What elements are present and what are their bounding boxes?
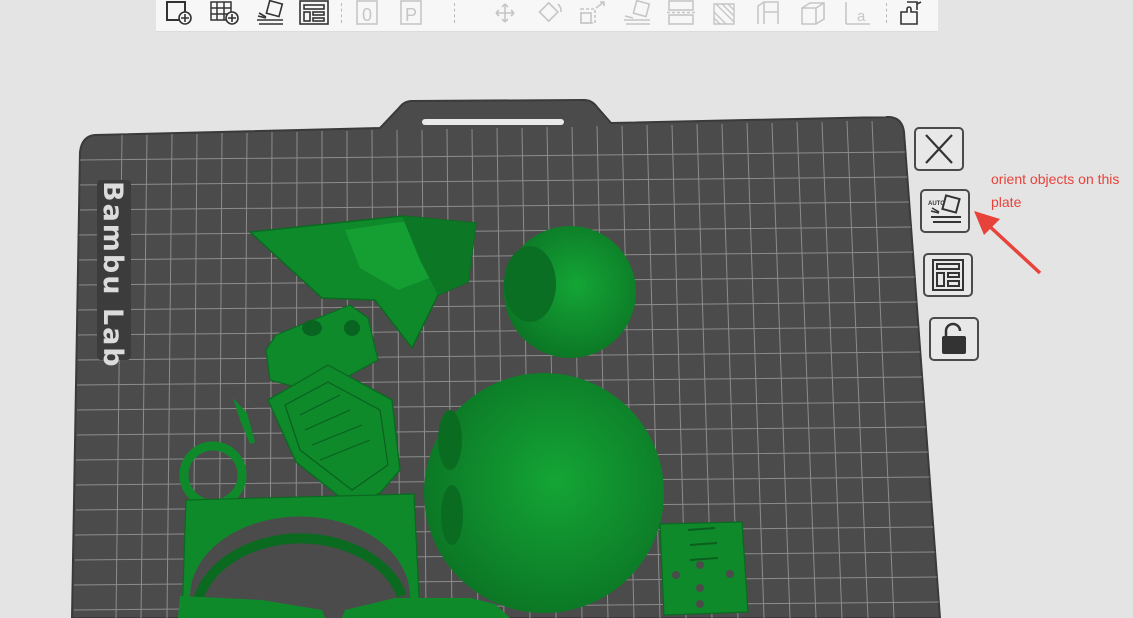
- brand-logo: Bambu Lab: [97, 181, 128, 369]
- lock-plate-icon: [942, 322, 966, 354]
- auto-orient-plate-icon: AUTO: [928, 194, 961, 223]
- close-plate-button[interactable]: [914, 127, 964, 171]
- 3d-viewport[interactable]: Bambu Lab: [0, 0, 1133, 618]
- annotation-arrow-icon: [974, 211, 1042, 275]
- annotation-text: orient objects on this plate: [991, 171, 1120, 210]
- close-plate-icon: [925, 134, 953, 164]
- lock-plate-button[interactable]: [929, 317, 979, 361]
- model-hinge-plate[interactable]: [659, 521, 749, 616]
- arrange-plate-icon: [932, 259, 964, 291]
- model-large-sphere[interactable]: [424, 373, 664, 613]
- arrange-plate-button[interactable]: [923, 253, 973, 297]
- plate-handle-bar: [422, 119, 564, 125]
- auto-orient-plate-button[interactable]: AUTO: [920, 189, 970, 233]
